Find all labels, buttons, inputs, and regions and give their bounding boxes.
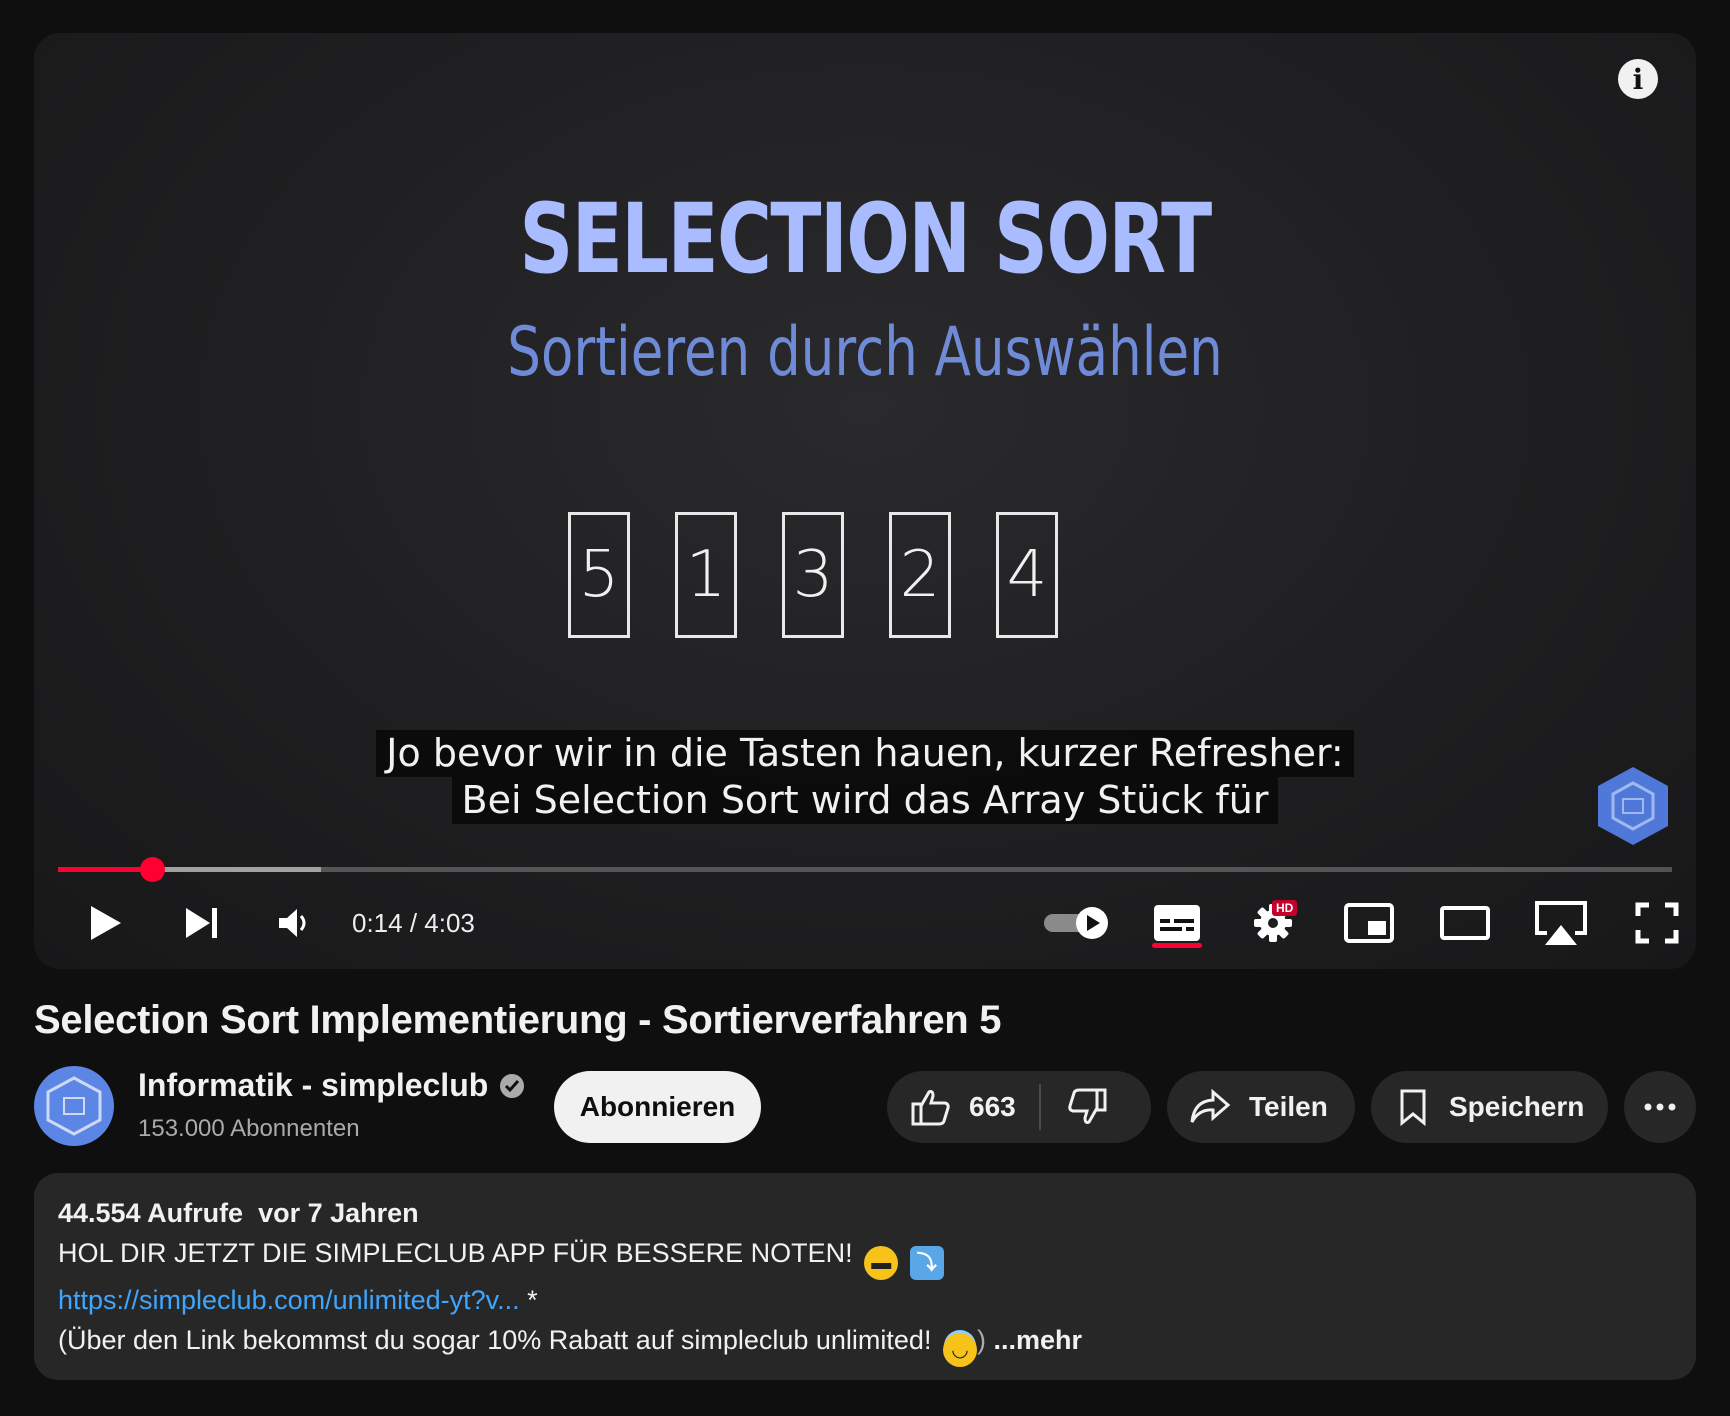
more-horizontal-icon [1644, 1103, 1676, 1111]
save-button-content: Speichern [1371, 1071, 1584, 1143]
captions: Jo bevor wir in die Tasten hauen, kurzer… [34, 730, 1696, 824]
info-icon[interactable]: i [1618, 59, 1658, 99]
link-suffix: * [519, 1285, 538, 1315]
arrow-down-emoji-icon: ⤵ [909, 1246, 944, 1280]
channel-name[interactable]: Informatik - simpleclub [138, 1067, 525, 1104]
verified-icon [500, 1073, 525, 1098]
array-box: 1 [675, 512, 737, 638]
share-label: Teilen [1249, 1091, 1328, 1122]
share-button[interactable]: Teilen [1167, 1071, 1355, 1143]
description-text: (Über den Link bekommst du sogar 10% Rab… [58, 1325, 932, 1355]
theater-icon[interactable] [1430, 888, 1500, 958]
miniplayer-icon[interactable] [1334, 888, 1404, 958]
array-box: 2 [889, 512, 951, 638]
subscribe-button[interactable]: Abonnieren [554, 1071, 761, 1143]
description-link-line: https://simpleclub.com/unlimited-yt?v...… [58, 1280, 1672, 1320]
caption-line: Jo bevor wir in die Tasten hauen, kurzer… [376, 730, 1354, 777]
description-line: HOL DIR JETZT DIE SIMPLECLUB APP FÜR BES… [58, 1233, 1672, 1280]
next-icon[interactable] [172, 888, 232, 958]
paren-close: ) [976, 1325, 986, 1355]
upload-age: vor 7 Jahren [258, 1198, 419, 1228]
array-boxes: 5 1 3 2 4 [568, 512, 1058, 638]
sunglasses-emoji-icon: ▬ [864, 1246, 899, 1280]
array-box: 3 [782, 512, 844, 638]
caption-line: Bei Selection Sort wird das Array Stück … [451, 777, 1279, 824]
channel-avatar[interactable] [34, 1066, 114, 1146]
channel-watermark-icon[interactable] [1596, 765, 1670, 847]
array-box: 4 [996, 512, 1058, 638]
subtitles-active-indicator [1152, 943, 1202, 948]
save-button[interactable]: Speichern [1371, 1071, 1608, 1143]
more-actions-button[interactable] [1624, 1071, 1696, 1143]
like-count: 663 [969, 1091, 1016, 1122]
video-title: Selection Sort Implementierung - Sortier… [34, 998, 1002, 1042]
description-stats: 44.554 Aufrufe vor 7 Jahren [58, 1193, 1672, 1233]
like-dislike-group: 663 [887, 1071, 1151, 1143]
subscriber-count: 153.000 Abonnenten [138, 1115, 360, 1142]
fullscreen-icon[interactable] [1622, 888, 1692, 958]
share-button-content: Teilen [1167, 1071, 1328, 1143]
description-line: (Über den Link bekommst du sogar 10% Rab… [58, 1320, 1672, 1367]
angel-emoji-icon: ◡ [942, 1333, 977, 1367]
player-controls: 0:14 / 4:03 HD [34, 888, 1696, 958]
show-more-link[interactable]: ...mehr [986, 1325, 1082, 1355]
volume-icon[interactable] [264, 888, 324, 958]
airplay-icon[interactable] [1526, 888, 1596, 958]
save-label: Speichern [1449, 1091, 1585, 1122]
play-icon[interactable] [76, 888, 136, 958]
progress-scrubber[interactable] [139, 857, 165, 882]
time-display: 0:14 / 4:03 [352, 907, 475, 938]
progress-played [58, 867, 152, 872]
array-box: 5 [568, 512, 630, 638]
subtitles-icon[interactable] [1142, 888, 1212, 958]
description-box[interactable]: 44.554 Aufrufe vor 7 Jahren HOL DIR JETZ… [34, 1173, 1696, 1380]
dislike-button[interactable] [1041, 1071, 1147, 1143]
video-player[interactable]: i SELECTION SORT Sortieren durch Auswähl… [34, 33, 1696, 969]
description-link[interactable]: https://simpleclub.com/unlimited-yt?v... [58, 1285, 520, 1315]
settings-icon[interactable]: HD [1238, 888, 1308, 958]
channel-name-text: Informatik - simpleclub [138, 1067, 489, 1103]
slide-title: SELECTION SORT [519, 183, 1212, 295]
view-count: 44.554 Aufrufe [58, 1198, 244, 1228]
description-text: HOL DIR JETZT DIE SIMPLECLUB APP FÜR BES… [58, 1238, 853, 1268]
slide-subtitle: Sortieren durch Auswählen [507, 313, 1223, 392]
autoplay-toggle-icon[interactable] [1040, 888, 1114, 958]
like-button[interactable]: 663 [887, 1071, 1039, 1143]
progress-bar[interactable] [58, 857, 1672, 882]
hd-badge: HD [1272, 900, 1298, 916]
